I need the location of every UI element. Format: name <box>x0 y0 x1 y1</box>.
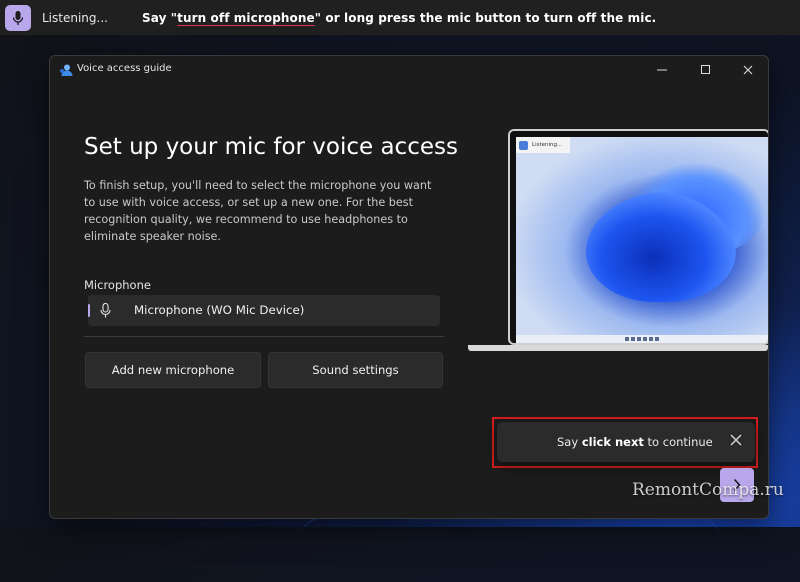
close-window-button[interactable] <box>728 56 768 84</box>
microphone-label: Microphone <box>84 278 151 292</box>
voice-access-bar: Listening... Say "turn off microphone" o… <box>0 0 800 35</box>
maximize-button[interactable] <box>686 56 726 84</box>
voice-access-app-icon <box>60 64 73 76</box>
sound-settings-button[interactable]: Sound settings <box>268 352 443 388</box>
hint-suffix: " or long press the mic button to turn o… <box>314 10 657 25</box>
illustration-taskbar <box>516 335 768 343</box>
voice-access-mic-button[interactable] <box>5 4 31 31</box>
wallpaper-bloom <box>586 192 736 302</box>
microphone-select[interactable]: Microphone (WO Mic Device) <box>88 295 440 326</box>
minimize-button[interactable] <box>642 56 682 84</box>
microphone-icon <box>12 10 24 25</box>
voice-tip-popup: Say click next to continue <box>497 422 755 462</box>
microphone-select-value: Microphone (WO Mic Device) <box>134 303 305 317</box>
illustration-voice-bar: Listening... <box>516 137 570 153</box>
hint-command: turn off microphone <box>177 10 315 25</box>
setup-description: To finish setup, you'll need to select t… <box>84 179 432 243</box>
window-title: Voice access guide <box>77 63 172 74</box>
site-watermark: RemontCompa.ru <box>632 480 784 500</box>
window-titlebar: Voice access guide <box>50 56 768 84</box>
maximize-icon <box>701 65 710 74</box>
tip-text: Say click next to continue <box>557 435 713 449</box>
tip-prefix: Say <box>557 435 582 449</box>
illustration-mic-icon <box>519 140 528 150</box>
divider <box>84 336 444 337</box>
voice-access-hint: Say "turn off microphone" or long press … <box>142 11 656 25</box>
tip-suffix: to continue <box>643 435 713 449</box>
tip-command: click next <box>581 435 644 449</box>
laptop-base <box>468 345 768 351</box>
illustration-wallpaper <box>516 137 768 343</box>
minimize-icon <box>657 69 667 71</box>
close-icon <box>743 65 753 75</box>
add-new-microphone-button[interactable]: Add new microphone <box>85 352 261 388</box>
voice-access-status: Listening... <box>42 10 108 25</box>
microphone-icon <box>100 303 111 318</box>
hint-prefix: Say " <box>142 10 178 25</box>
laptop-screen: Listening... <box>508 129 768 345</box>
close-tip-icon[interactable] <box>727 431 745 449</box>
page-title: Set up your mic for voice access <box>84 134 458 160</box>
laptop-illustration: Listening... <box>468 126 768 356</box>
selection-accent-bar <box>88 304 90 317</box>
illustration-listening-label: Listening... <box>532 142 563 148</box>
